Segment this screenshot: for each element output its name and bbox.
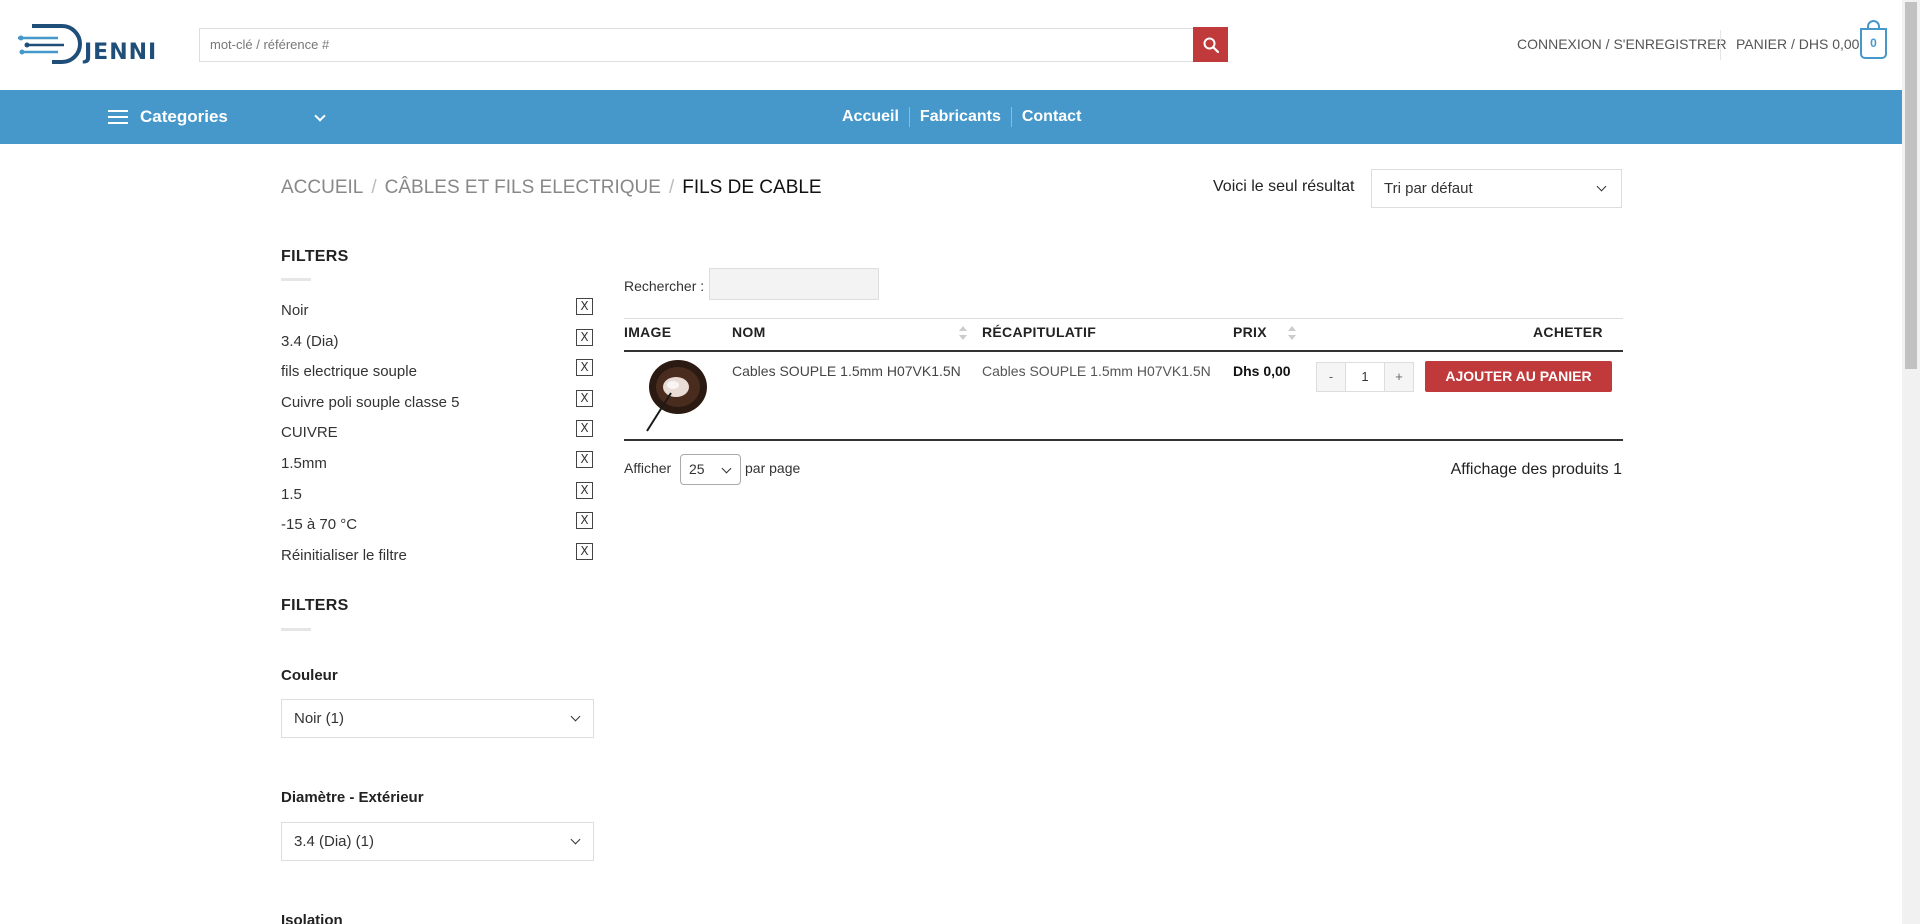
nav-links: Accueil Fabricants Contact (832, 90, 1091, 144)
title-underline (281, 278, 311, 281)
breadcrumb-current: FILS DE CABLE (682, 177, 822, 198)
site-header: JENNI mot-clé / référence # CONNEXION / … (0, 0, 1902, 90)
active-filter-item[interactable]: 1.5 (281, 486, 302, 503)
nav-link-accueil[interactable]: Accueil (832, 108, 909, 126)
filter-select-value: Noir (1) (294, 710, 345, 727)
search-button[interactable] (1193, 27, 1228, 62)
logo-text: JENNI (84, 40, 158, 65)
quantity-plus-button[interactable]: + (1384, 362, 1414, 392)
column-header-buy: ACHETER (1533, 324, 1603, 340)
site-logo[interactable]: JENNI (18, 20, 168, 68)
nav-link-fabricants[interactable]: Fabricants (910, 108, 1011, 126)
logo-circuit-icon (18, 24, 82, 64)
login-register-link[interactable]: CONNEXION / S'ENREGISTRER (1517, 36, 1727, 52)
reset-filter-link[interactable]: Réinitialiser le filtre (281, 547, 407, 564)
active-filters-title: FILTERS (281, 248, 349, 265)
cart-icon[interactable]: 0 (1860, 28, 1887, 59)
filters-title: FILTERS (281, 597, 349, 614)
remove-filter-icon[interactable]: X (576, 451, 593, 468)
chevron-down-icon (570, 834, 581, 845)
filter-label-couleur: Couleur (281, 667, 338, 684)
search-icon (1203, 37, 1219, 53)
chevron-down-icon (570, 711, 581, 722)
active-filter-item[interactable]: -15 à 70 °C (281, 516, 357, 533)
header-divider (1720, 30, 1721, 60)
cart-link[interactable]: PANIER / DHS 0,00 (1736, 36, 1859, 52)
remove-filter-icon[interactable]: X (576, 512, 593, 529)
remove-filter-icon[interactable]: X (576, 420, 593, 437)
per-page-select[interactable]: 25 (680, 454, 741, 485)
quantity-minus-button[interactable]: - (1316, 362, 1346, 392)
add-to-cart-button[interactable]: AJOUTER AU PANIER (1425, 361, 1612, 392)
breadcrumb-home[interactable]: ACCUEIL (281, 177, 363, 198)
table-header-border (624, 350, 1623, 352)
hamburger-icon (108, 110, 128, 124)
title-underline (281, 628, 311, 631)
active-filter-item[interactable]: 3.4 (Dia) (281, 333, 339, 350)
chevron-down-icon[interactable] (314, 110, 326, 122)
breadcrumb: ACCUEIL / CÂBLES ET FILS ELECTRIQUE / FILS D… (281, 177, 822, 199)
remove-filter-icon[interactable]: X (576, 543, 593, 560)
scrollbar-thumb[interactable] (1905, 2, 1917, 369)
showing-products-text: Affichage des produits 1 (1450, 461, 1622, 478)
quantity-input[interactable]: 1 (1346, 362, 1384, 392)
categories-label: Categories (140, 107, 228, 126)
active-filter-item[interactable]: CUIVRE (281, 424, 338, 441)
sort-select[interactable]: Tri par défaut (1371, 169, 1622, 208)
product-image[interactable] (643, 357, 709, 433)
column-header-name[interactable]: NOM (732, 324, 766, 340)
chevron-down-icon (721, 463, 732, 474)
table-search-input[interactable] (709, 268, 879, 300)
column-header-image: IMAGE (624, 324, 672, 340)
column-header-summary: RÉCAPITULATIF (982, 324, 1097, 340)
breadcrumb-category[interactable]: CÂBLES ET FILS ELECTRIQUE (385, 177, 661, 198)
remove-filter-icon[interactable]: X (576, 390, 593, 407)
chevron-down-icon (1596, 181, 1607, 192)
active-filter-item[interactable]: Noir (281, 302, 309, 319)
sort-value: Tri par défaut (1384, 180, 1473, 197)
remove-filter-icon[interactable]: X (576, 359, 593, 376)
sort-arrows-icon[interactable] (959, 326, 967, 340)
search-input[interactable]: mot-clé / référence # (199, 28, 1194, 62)
filter-label-isolation: Isolation (281, 912, 343, 924)
show-label: Afficher (624, 460, 672, 476)
remove-filter-icon[interactable]: X (576, 298, 593, 315)
column-header-price[interactable]: PRIX (1233, 324, 1267, 340)
main-nav: Categories Accueil Fabricants Contact (0, 90, 1902, 144)
breadcrumb-separator: / (371, 177, 377, 198)
categories-menu[interactable]: Categories (108, 90, 228, 144)
nav-link-contact[interactable]: Contact (1012, 108, 1092, 126)
filter-label-diametre: Diamètre - Extérieur (281, 789, 424, 806)
remove-filter-icon[interactable]: X (576, 482, 593, 499)
active-filter-item[interactable]: 1.5mm (281, 455, 327, 472)
sort-arrows-icon[interactable] (1288, 326, 1296, 340)
remove-filter-icon[interactable]: X (576, 329, 593, 346)
active-filter-item[interactable]: Cuivre poli souple classe 5 (281, 394, 459, 411)
result-count: Voici le seul résultat (1213, 178, 1355, 195)
table-search-label: Rechercher : (624, 278, 705, 294)
table-top-border (624, 318, 1623, 319)
filter-select-value: 3.4 (Dia) (1) (294, 833, 375, 850)
product-price: Dhs 0,00 (1233, 363, 1291, 379)
per-page-value: 25 (689, 461, 705, 477)
active-filter-item[interactable]: fils electrique souple (281, 363, 417, 380)
product-name-link[interactable]: Cables SOUPLE 1.5mm H07VK1.5N (732, 363, 961, 379)
per-page-suffix: par page (745, 460, 801, 476)
product-summary: Cables SOUPLE 1.5mm H07VK1.5N (982, 363, 1211, 379)
breadcrumb-separator: / (668, 177, 675, 198)
filter-select-diametre[interactable]: 3.4 (Dia) (1) (281, 822, 594, 861)
quantity-stepper: - 1 + (1316, 362, 1414, 392)
table-bottom-border (624, 439, 1623, 441)
filter-select-couleur[interactable]: Noir (1) (281, 699, 594, 738)
